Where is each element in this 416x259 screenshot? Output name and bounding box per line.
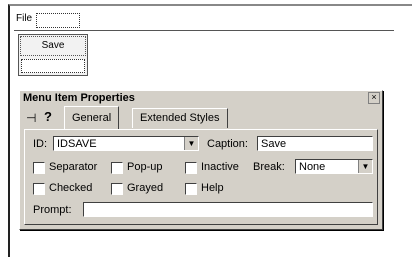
close-icon[interactable]: × (368, 92, 380, 104)
inactive-checkbox[interactable] (185, 162, 197, 174)
popup-checkbox[interactable] (111, 162, 123, 174)
dialog-titlebar[interactable]: Menu Item Properties × (20, 91, 382, 105)
help-checkbox[interactable] (185, 183, 197, 195)
menu-file[interactable]: File (16, 13, 32, 24)
checked-checkbox[interactable] (33, 183, 45, 195)
break-label: Break: (253, 161, 285, 173)
grayed-checkbox[interactable] (111, 183, 123, 195)
checked-label: Checked (49, 182, 93, 194)
grayed-label: Grayed (127, 182, 164, 194)
id-value: IDSAVE (57, 138, 97, 150)
tab-general[interactable]: General (64, 106, 120, 129)
popup-label: Pop-up (127, 161, 163, 173)
menu-item-save[interactable]: Save (20, 36, 86, 56)
separator-label: Separator (49, 161, 98, 173)
new-menu-slot[interactable] (36, 13, 80, 28)
file-dropdown: Save (18, 34, 88, 76)
caption-value: Save (261, 138, 287, 150)
menu-item-properties-dialog: Menu Item Properties × ⊣ ? General Exten… (19, 90, 383, 230)
inactive-label: Inactive (201, 161, 239, 173)
tab-extended-styles[interactable]: Extended Styles (132, 108, 228, 128)
break-select[interactable]: None ▼ (295, 159, 373, 174)
menu-bar: File (14, 10, 394, 31)
caption-label: Caption: (207, 138, 248, 150)
chevron-down-icon[interactable]: ▼ (184, 137, 198, 150)
help-icon[interactable]: ? (44, 109, 52, 124)
id-label: ID: (33, 138, 48, 150)
id-combobox[interactable]: IDSAVE ▼ (53, 136, 199, 151)
chevron-down-icon[interactable]: ▼ (358, 160, 372, 173)
break-value: None (299, 161, 326, 173)
general-panel: ID: IDSAVE ▼ Caption: Save Separator Pop… (24, 129, 378, 225)
help-label: Help (201, 182, 224, 194)
pin-icon[interactable]: ⊣ (26, 111, 36, 125)
dialog-title: Menu Item Properties (23, 92, 135, 104)
prompt-input[interactable] (83, 202, 373, 217)
prompt-label: Prompt: (33, 204, 72, 216)
separator-checkbox[interactable] (33, 162, 45, 174)
new-item-slot[interactable] (21, 59, 85, 73)
caption-input[interactable]: Save (257, 136, 373, 151)
tab-row: ⊣ ? General Extended Styles (24, 106, 376, 129)
